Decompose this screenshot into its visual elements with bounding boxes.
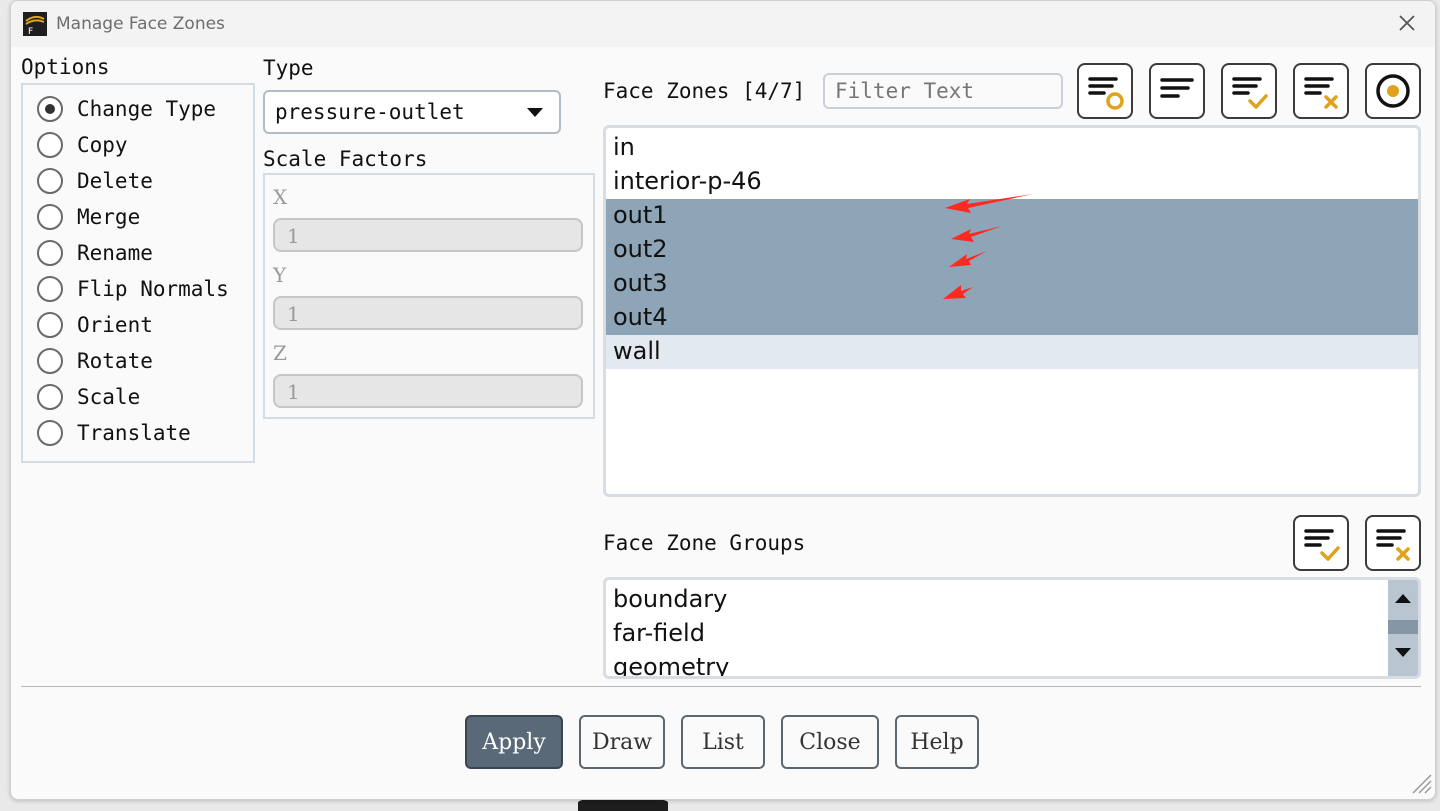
- help-button[interactable]: Help: [895, 715, 979, 769]
- face-zones-list[interactable]: in interior-p-46 out1 out2 out3 out4 wal…: [603, 125, 1421, 497]
- draw-button[interactable]: Draw: [579, 715, 665, 769]
- radio-merge[interactable]: Merge: [37, 202, 140, 232]
- highlight-zones-button[interactable]: [1077, 63, 1133, 119]
- radio-scale[interactable]: Scale: [37, 382, 140, 412]
- radio-label: Rename: [77, 241, 153, 265]
- radio-label: Change Type: [77, 97, 217, 121]
- radio-label: Translate: [77, 421, 191, 445]
- list-circle-icon: [1088, 77, 1124, 110]
- radio-delete[interactable]: Delete: [37, 166, 153, 196]
- options-heading: Options: [21, 55, 110, 79]
- select-all-groups-button[interactable]: [1293, 515, 1349, 571]
- list-item[interactable]: geometry: [606, 651, 1418, 676]
- radio-label: Delete: [77, 169, 153, 193]
- chevron-down-icon: [527, 108, 543, 117]
- type-select-value: pressure-outlet: [275, 100, 465, 124]
- close-window-icon[interactable]: [1395, 11, 1419, 35]
- list-item[interactable]: boundary: [606, 583, 1418, 617]
- list-item[interactable]: out3: [606, 267, 1418, 301]
- deselect-all-groups-button[interactable]: [1365, 515, 1421, 571]
- list-x-icon: [1304, 77, 1338, 109]
- y-scale-input[interactable]: 1: [273, 296, 583, 330]
- z-label: Z: [273, 341, 287, 365]
- radio-button[interactable]: [37, 240, 63, 266]
- radio-button[interactable]: [37, 132, 63, 158]
- radio-label: Orient: [77, 313, 153, 337]
- radio-label: Scale: [77, 385, 141, 409]
- radio-button[interactable]: [37, 312, 63, 338]
- radio-label: Rotate: [77, 349, 153, 373]
- type-select[interactable]: pressure-outlet: [263, 90, 561, 134]
- radio-button[interactable]: [37, 276, 63, 302]
- radio-button[interactable]: [37, 420, 63, 446]
- radio-button[interactable]: [37, 348, 63, 374]
- x-label: X: [273, 185, 288, 209]
- type-heading: Type: [263, 56, 314, 80]
- radio-rotate[interactable]: Rotate: [37, 346, 153, 376]
- options-group: Change Type Copy Delete Merge Rename Fli…: [21, 83, 255, 463]
- radio-button[interactable]: [37, 384, 63, 410]
- face-zone-groups-heading: Face Zone Groups: [603, 531, 806, 555]
- scroll-thumb[interactable]: [1388, 620, 1418, 634]
- svg-text:F: F: [28, 27, 33, 36]
- deselect-all-zones-button[interactable]: [1293, 63, 1349, 119]
- radio-rename[interactable]: Rename: [37, 238, 153, 268]
- z-scale-input[interactable]: 1: [273, 374, 583, 408]
- apply-button[interactable]: Apply: [465, 715, 563, 769]
- x-scale-input[interactable]: 1: [273, 218, 583, 252]
- radio-button[interactable]: [37, 204, 63, 230]
- list-item[interactable]: out4: [606, 301, 1418, 335]
- radio-translate[interactable]: Translate: [37, 418, 191, 448]
- separator: [21, 686, 1421, 687]
- list-item[interactable]: out2: [606, 233, 1418, 267]
- radio-button[interactable]: [37, 168, 63, 194]
- list-item[interactable]: in: [606, 131, 1418, 165]
- radio-flip-normals[interactable]: Flip Normals: [37, 274, 229, 304]
- close-button[interactable]: Close: [781, 715, 879, 769]
- select-all-zones-button[interactable]: [1221, 63, 1277, 119]
- resize-grip-icon[interactable]: [1409, 771, 1433, 795]
- title-bar: F Manage Face Zones: [11, 1, 1435, 47]
- list-check-icon: [1304, 529, 1340, 561]
- dialog-window: F Manage Face Zones Options Change Type …: [10, 0, 1436, 800]
- filter-text-input[interactable]: [823, 73, 1063, 109]
- list-icon: [1160, 78, 1194, 98]
- scale-factors-heading: Scale Factors: [263, 147, 428, 171]
- radio-change-type[interactable]: Change Type: [37, 94, 216, 124]
- list-check-icon: [1232, 77, 1268, 109]
- vertical-scrollbar[interactable]: [1388, 580, 1418, 676]
- radio-label: Copy: [77, 133, 128, 157]
- list-item[interactable]: interior-p-46: [606, 165, 1418, 199]
- list-options-button[interactable]: [1149, 63, 1205, 119]
- radio-label: Merge: [77, 205, 141, 229]
- face-zones-heading: Face Zones [4/7]: [603, 79, 806, 103]
- list-button[interactable]: List: [681, 715, 765, 769]
- list-item[interactable]: wall: [606, 335, 1418, 369]
- scroll-up-icon[interactable]: [1395, 594, 1411, 603]
- list-x-icon: [1376, 529, 1410, 561]
- window-title: Manage Face Zones: [56, 14, 225, 34]
- radio-label: Flip Normals: [77, 277, 229, 301]
- radio-orient[interactable]: Orient: [37, 310, 153, 340]
- list-item[interactable]: far-field: [606, 617, 1418, 651]
- y-label: Y: [273, 263, 287, 287]
- target-circle-icon: [1376, 74, 1410, 108]
- fluent-app-icon: F: [23, 12, 47, 36]
- scroll-down-icon[interactable]: [1395, 648, 1411, 657]
- radio-copy[interactable]: Copy: [37, 130, 128, 160]
- list-item[interactable]: out1: [606, 199, 1418, 233]
- record-button[interactable]: [1365, 63, 1421, 119]
- face-zone-groups-list[interactable]: boundary far-field geometry: [603, 577, 1421, 679]
- radio-button[interactable]: [37, 96, 63, 122]
